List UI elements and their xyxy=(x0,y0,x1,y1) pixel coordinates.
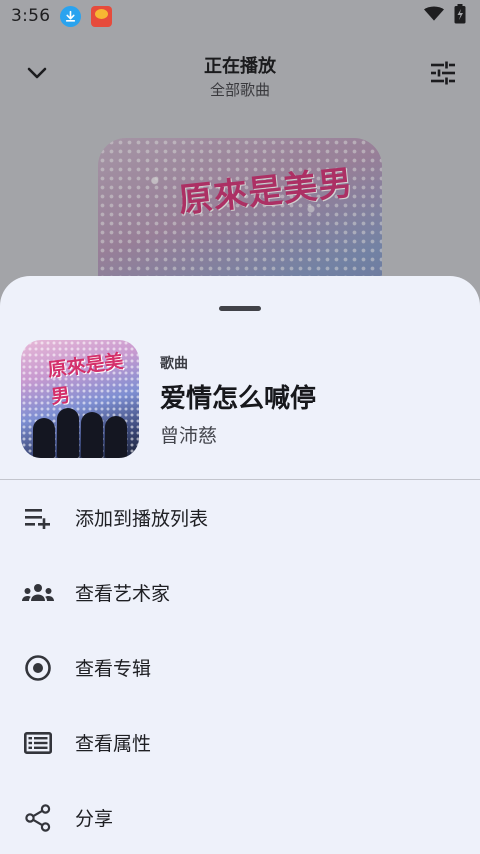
options-menu: 添加到播放列表 查看艺术家 查看专辑 查看属性 分享 xyxy=(0,480,480,854)
wifi-icon xyxy=(424,6,444,26)
page-subtitle: 全部歌曲 xyxy=(209,81,270,99)
album-art-logo: 原來是美男 xyxy=(176,162,355,222)
now-playing-header: 正在播放 全部歌曲 xyxy=(0,44,480,106)
now-playing-title-group: 正在播放 全部歌曲 xyxy=(0,52,480,100)
song-meta: 歌曲 爱情怎么喊停 曾沛慈 xyxy=(160,353,316,448)
status-time: 3:56 xyxy=(11,6,51,26)
page-title: 正在播放 xyxy=(204,56,276,77)
song-type-label: 歌曲 xyxy=(160,356,188,372)
album-icon xyxy=(22,652,54,684)
share-icon xyxy=(22,802,54,834)
song-album-art: 原來是美男 xyxy=(21,340,139,458)
song-artist: 曾沛慈 xyxy=(160,425,218,447)
status-bar: 3:56 xyxy=(0,0,480,32)
playlist-add-icon xyxy=(22,502,54,534)
drag-handle[interactable] xyxy=(219,306,261,311)
menu-item-label: 查看属性 xyxy=(75,733,152,755)
tune-icon xyxy=(431,61,455,85)
menu-item-share[interactable]: 分享 xyxy=(0,780,480,854)
menu-item-label: 查看艺术家 xyxy=(75,583,171,605)
song-info: 原來是美男 歌曲 爱情怎么喊停 曾沛慈 xyxy=(21,340,461,458)
people-icon xyxy=(22,577,54,609)
song-art-figures xyxy=(29,400,131,458)
menu-item-add-to-playlist[interactable]: 添加到播放列表 xyxy=(0,480,480,555)
menu-item-view-album[interactable]: 查看专辑 xyxy=(0,630,480,705)
battery-charging-icon xyxy=(454,4,466,28)
menu-item-view-artist[interactable]: 查看艺术家 xyxy=(0,555,480,630)
song-title: 爱情怎么喊停 xyxy=(160,384,317,414)
app-notification-icon xyxy=(91,5,113,27)
menu-item-properties[interactable]: 查看属性 xyxy=(0,705,480,780)
menu-item-label: 查看专辑 xyxy=(75,658,152,680)
list-details-icon xyxy=(22,727,54,759)
equalizer-button[interactable] xyxy=(428,58,458,88)
song-options-sheet: 原來是美男 歌曲 爱情怎么喊停 曾沛慈 添加到播放列表 查看艺术家 查看专辑 查… xyxy=(0,276,480,854)
menu-item-label: 添加到播放列表 xyxy=(75,508,209,530)
menu-item-label: 分享 xyxy=(75,808,114,830)
download-icon xyxy=(60,5,82,27)
